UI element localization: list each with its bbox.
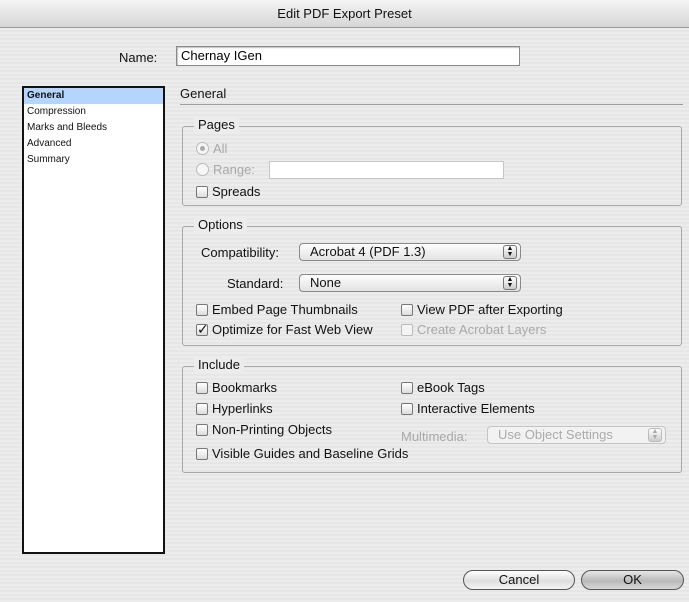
standard-value: None — [310, 275, 342, 290]
interactive-label: Interactive Elements — [417, 401, 535, 416]
sidebar-item-general[interactable]: General — [24, 88, 163, 104]
view-pdf-label: View PDF after Exporting — [417, 302, 563, 317]
standard-label: Standard: — [227, 276, 284, 291]
optimize-checkbox[interactable]: ✓ — [196, 320, 209, 337]
range-input[interactable] — [269, 161, 504, 179]
view-pdf-checkbox[interactable] — [401, 303, 413, 316]
acrobat-layers-option: Create Acrobat Layers — [401, 322, 546, 338]
spreads-option[interactable]: Spreads — [196, 184, 260, 200]
embed-thumbnails-label: Embed Page Thumbnails — [212, 302, 358, 317]
name-label: Name: — [119, 50, 158, 65]
ok-button[interactable]: OK — [581, 570, 684, 590]
view-pdf-option[interactable]: View PDF after Exporting — [401, 302, 563, 318]
all-pages-option[interactable]: All — [196, 141, 227, 157]
optimize-option[interactable]: ✓ Optimize for Fast Web View — [196, 320, 373, 338]
range-label: Range: — [213, 162, 255, 177]
embed-thumbnails-checkbox[interactable] — [196, 303, 208, 316]
interactive-option[interactable]: Interactive Elements — [401, 401, 535, 417]
compatibility-popup[interactable]: Acrobat 4 (PDF 1.3) ▲ ▼ — [299, 243, 521, 261]
window-title-bar: Edit PDF Export Preset — [0, 0, 689, 28]
sidebar-item-compression[interactable]: Compression — [24, 104, 163, 120]
window-title: Edit PDF Export Preset — [277, 6, 412, 21]
non-printing-label: Non-Printing Objects — [212, 422, 332, 437]
non-printing-option[interactable]: Non-Printing Objects — [196, 422, 332, 438]
bookmarks-label: Bookmarks — [212, 380, 278, 395]
guides-option[interactable]: Visible Guides and Baseline Grids — [196, 446, 408, 462]
spreads-checkbox[interactable] — [196, 185, 208, 198]
range-option[interactable]: Range: — [196, 162, 255, 178]
sidebar-item-marks-and-bleeds[interactable]: Marks and Bleeds — [24, 120, 163, 136]
non-printing-checkbox[interactable] — [196, 423, 208, 436]
popup-arrows-icon: ▲ ▼ — [648, 428, 662, 442]
hyperlinks-label: Hyperlinks — [212, 401, 273, 416]
options-group-title: Options — [194, 217, 247, 232]
ebook-tags-label: eBook Tags — [417, 380, 485, 395]
hyperlinks-option[interactable]: Hyperlinks — [196, 401, 273, 417]
sidebar-item-advanced[interactable]: Advanced — [24, 136, 163, 152]
all-pages-radio[interactable] — [196, 142, 209, 156]
range-radio[interactable] — [196, 163, 209, 177]
compatibility-label: Compatibility: — [201, 245, 280, 260]
category-list: General Compression Marks and Bleeds Adv… — [22, 86, 165, 554]
cancel-button[interactable]: Cancel — [463, 570, 575, 590]
multimedia-popup: Use Object Settings ▲ ▼ — [487, 426, 666, 444]
name-input[interactable] — [176, 46, 520, 66]
ebook-tags-checkbox[interactable] — [401, 381, 413, 394]
multimedia-label: Multimedia: — [401, 429, 468, 444]
compatibility-value: Acrobat 4 (PDF 1.3) — [310, 244, 426, 259]
sidebar-item-summary[interactable]: Summary — [24, 152, 163, 168]
interactive-checkbox[interactable] — [401, 402, 413, 415]
optimize-label: Optimize for Fast Web View — [212, 322, 373, 337]
pages-group-title: Pages — [194, 117, 239, 132]
acrobat-layers-checkbox — [401, 323, 413, 336]
popup-arrows-icon: ▲ ▼ — [503, 245, 517, 259]
embed-thumbnails-option[interactable]: Embed Page Thumbnails — [196, 302, 358, 318]
bookmarks-checkbox[interactable] — [196, 381, 208, 394]
section-title: General — [180, 86, 227, 101]
all-pages-label: All — [213, 141, 228, 156]
popup-arrows-icon: ▲ ▼ — [503, 276, 517, 290]
bookmarks-option[interactable]: Bookmarks — [196, 380, 277, 396]
checkmark-icon: ✓ — [197, 320, 209, 337]
include-group-title: Include — [194, 357, 244, 372]
spreads-label: Spreads — [212, 184, 261, 199]
ebook-tags-option[interactable]: eBook Tags — [401, 380, 485, 396]
standard-popup[interactable]: None ▲ ▼ — [299, 274, 521, 292]
guides-checkbox[interactable] — [196, 447, 208, 460]
guides-label: Visible Guides and Baseline Grids — [212, 446, 409, 461]
hyperlinks-checkbox[interactable] — [196, 402, 208, 415]
multimedia-value: Use Object Settings — [498, 427, 613, 442]
section-divider — [180, 104, 683, 105]
acrobat-layers-label: Create Acrobat Layers — [417, 322, 547, 337]
